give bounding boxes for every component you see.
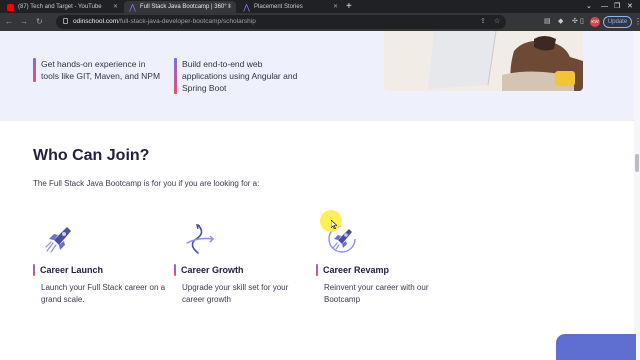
tab-placement-stories[interactable]: ⋀ Placement Stories ✕ bbox=[238, 1, 342, 13]
share-icon[interactable]: ⇪ bbox=[480, 18, 486, 26]
growth-arrows-icon bbox=[184, 223, 216, 255]
url-text: odinschool.com/full-stack-java-developer… bbox=[73, 18, 256, 25]
section-subtitle: The Full Stack Java Bootcamp is for you … bbox=[33, 179, 260, 188]
reload-icon[interactable]: ↻ bbox=[36, 16, 43, 28]
section-title: Who Can Join? bbox=[33, 147, 150, 164]
feature-text: Get hands-on experience in tools like GI… bbox=[41, 59, 161, 81]
tab-bootcamp[interactable]: ⋀ Full Stack Java Bootcamp | 360° I ✕ bbox=[124, 1, 236, 13]
card-title: Career Launch bbox=[40, 265, 104, 275]
close-tab-icon[interactable]: ✕ bbox=[113, 3, 118, 10]
card-description: Launch your Full Stack career on a grand… bbox=[41, 283, 166, 304]
back-icon[interactable]: ← bbox=[5, 16, 13, 28]
card-title: Career Growth bbox=[181, 265, 244, 275]
more-menu-icon[interactable]: ⋮ bbox=[634, 16, 640, 28]
maximize-icon[interactable]: ❐ bbox=[614, 1, 620, 12]
accent-bar bbox=[174, 58, 177, 94]
accent-bar bbox=[174, 264, 176, 276]
accent-bar bbox=[33, 58, 36, 82]
forward-icon[interactable]: → bbox=[20, 16, 28, 28]
tab-title: Placement Stories bbox=[254, 4, 303, 10]
accent-bar bbox=[316, 264, 318, 276]
close-tab-icon[interactable]: ✕ bbox=[227, 3, 232, 10]
card-title-row: Career Launch bbox=[33, 264, 103, 276]
accent-bar bbox=[33, 264, 35, 276]
bookmark-star-icon[interactable]: ☆ bbox=[494, 18, 500, 26]
odinschool-icon: ⋀ bbox=[129, 2, 136, 12]
page-scrollbar[interactable] bbox=[634, 31, 640, 360]
close-tab-icon[interactable]: ✕ bbox=[333, 3, 338, 10]
card-title-row: Career Revamp bbox=[316, 264, 389, 276]
tab-search-icon[interactable]: ⌄ bbox=[586, 1, 592, 12]
tab-strip: (87) Tech and Target - YouTube ✕ ⋀ Full … bbox=[0, 0, 640, 13]
new-tab-button[interactable]: + bbox=[346, 1, 352, 12]
chat-widget[interactable] bbox=[556, 334, 636, 360]
youtube-icon bbox=[7, 3, 14, 11]
feature-item: Build end-to-end web applications using … bbox=[174, 58, 309, 94]
scrollbar-thumb[interactable] bbox=[635, 154, 639, 172]
reading-mode-icon[interactable]: ▤ bbox=[544, 17, 551, 26]
card-title-row: Career Growth bbox=[174, 264, 244, 276]
tab-title: (87) Tech and Target - YouTube bbox=[18, 4, 102, 10]
section-divider bbox=[0, 120, 640, 121]
extension-icon[interactable]: ◆ bbox=[558, 17, 563, 26]
feature-item: Get hands-on experience in tools like GI… bbox=[33, 58, 163, 82]
browser-toolbar: ← → ↻ odinschool.com/full-stack-java-dev… bbox=[0, 13, 640, 31]
tab-youtube[interactable]: (87) Tech and Target - YouTube ✕ bbox=[2, 1, 122, 13]
odinschool-icon: ⋀ bbox=[243, 2, 250, 12]
rocket-icon bbox=[43, 223, 75, 255]
feature-text: Build end-to-end web applications using … bbox=[182, 59, 298, 93]
hero-photo bbox=[384, 31, 583, 91]
close-window-icon[interactable]: ✕ bbox=[627, 1, 633, 12]
card-description: Reinvent your career with our Bootcamp bbox=[324, 283, 429, 304]
side-panel-icon[interactable]: ▯ bbox=[580, 17, 584, 26]
address-bar[interactable]: odinschool.com/full-stack-java-developer… bbox=[56, 15, 506, 29]
mouse-pointer-icon bbox=[331, 220, 337, 229]
lock-icon bbox=[63, 18, 68, 24]
tab-title: Full Stack Java Bootcamp | 360° I bbox=[140, 4, 230, 10]
card-title: Career Revamp bbox=[323, 265, 390, 275]
minimize-icon[interactable]: — bbox=[601, 1, 608, 12]
extensions-puzzle-icon[interactable]: ✣ bbox=[572, 17, 578, 26]
card-description: Upgrade your skill set for your career g… bbox=[182, 283, 289, 304]
profile-avatar[interactable]: KW bbox=[590, 17, 600, 27]
update-button[interactable]: Update bbox=[603, 16, 632, 28]
